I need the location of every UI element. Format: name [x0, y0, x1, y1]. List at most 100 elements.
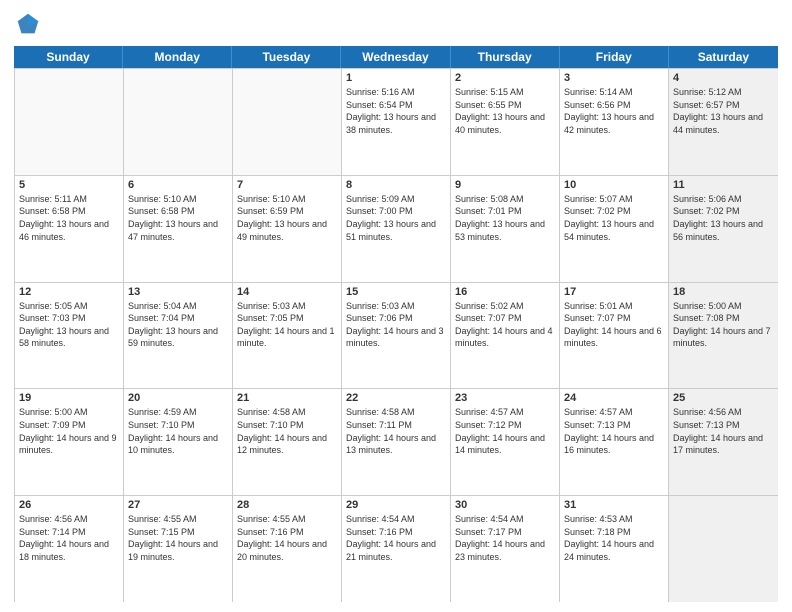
calendar-cell: 5 Sunrise: 5:11 AM Sunset: 6:58 PM Daylig…: [15, 176, 124, 282]
calendar-cell: 13Sunrise: 5:04 AM Sunset: 7:04 PM Dayli…: [124, 283, 233, 389]
cell-info: Sunrise: 4:59 AM Sunset: 7:10 PM Dayligh…: [128, 406, 228, 456]
cell-info: Sunrise: 5:01 AM Sunset: 7:07 PM Dayligh…: [564, 300, 664, 350]
day-number: 23: [455, 392, 555, 404]
day-number: 12: [19, 286, 119, 298]
calendar-cell: 3 Sunrise: 5:14 AM Sunset: 6:56 PM Daylig…: [560, 69, 669, 175]
calendar-cell: [669, 496, 778, 602]
calendar-cell: 24 Sunrise: 4:57 AM Sunset: 7:13 PM Dayli…: [560, 389, 669, 495]
day-number: 27: [128, 499, 228, 511]
cell-info: Sunrise: 4:57 AM Sunset: 7:12 PM Dayligh…: [455, 406, 555, 456]
calendar-cell: 28 Sunrise: 4:55 AM Sunset: 7:16 PM Dayli…: [233, 496, 342, 602]
cell-info: Sunrise: 5:16 AM Sunset: 6:54 PM Dayligh…: [346, 86, 446, 136]
day-number: 30: [455, 499, 555, 511]
calendar-header-cell: Friday: [560, 46, 669, 68]
day-number: 11: [673, 179, 774, 191]
cell-info: Sunrise: 4:58 AM Sunset: 7:10 PM Dayligh…: [237, 406, 337, 456]
cell-info: Sunrise: 5:10 AM Sunset: 6:59 PM Dayligh…: [237, 193, 337, 243]
cell-info: Sunrise: 4:54 AM Sunset: 7:17 PM Dayligh…: [455, 513, 555, 563]
calendar-cell: [233, 69, 342, 175]
day-number: 25: [673, 392, 774, 404]
day-number: 7: [237, 179, 337, 191]
calendar-cell: 17 Sunrise: 5:01 AM Sunset: 7:07 PM Dayli…: [560, 283, 669, 389]
day-number: 28: [237, 499, 337, 511]
calendar-cell: 16Sunrise: 5:02 AM Sunset: 7:07 PM Dayli…: [451, 283, 560, 389]
cell-info: Sunrise: 5:15 AM Sunset: 6:55 PM Dayligh…: [455, 86, 555, 136]
calendar-cell: 26 Sunrise: 4:56 AM Sunset: 7:14 PM Dayli…: [15, 496, 124, 602]
day-number: 3: [564, 72, 664, 84]
cell-info: Sunrise: 4:55 AM Sunset: 7:15 PM Dayligh…: [128, 513, 228, 563]
calendar-week: 1 Sunrise: 5:16 AM Sunset: 6:54 PM Daylig…: [15, 69, 778, 176]
cell-info: Sunrise: 5:00 AM Sunset: 7:08 PM Dayligh…: [673, 300, 774, 350]
logo: [14, 10, 46, 38]
day-number: 21: [237, 392, 337, 404]
day-number: 29: [346, 499, 446, 511]
page: SundayMondayTuesdayWednesdayThursdayFrid…: [0, 0, 792, 612]
calendar-cell: 21 Sunrise: 4:58 AM Sunset: 7:10 PM Dayli…: [233, 389, 342, 495]
calendar-cell: 19 Sunrise: 5:00 AM Sunset: 7:09 PM Dayli…: [15, 389, 124, 495]
cell-info: Sunrise: 5:09 AM Sunset: 7:00 PM Dayligh…: [346, 193, 446, 243]
day-number: 13: [128, 286, 228, 298]
cell-info: Sunrise: 4:57 AM Sunset: 7:13 PM Dayligh…: [564, 406, 664, 456]
cell-info: Sunrise: 5:05 AM Sunset: 7:03 PM Dayligh…: [19, 300, 119, 350]
calendar-cell: 23 Sunrise: 4:57 AM Sunset: 7:12 PM Dayli…: [451, 389, 560, 495]
cell-info: Sunrise: 4:54 AM Sunset: 7:16 PM Dayligh…: [346, 513, 446, 563]
cell-info: Sunrise: 5:14 AM Sunset: 6:56 PM Dayligh…: [564, 86, 664, 136]
day-number: 26: [19, 499, 119, 511]
cell-info: Sunrise: 4:56 AM Sunset: 7:14 PM Dayligh…: [19, 513, 119, 563]
calendar-header-cell: Saturday: [669, 46, 778, 68]
day-number: 9: [455, 179, 555, 191]
day-number: 8: [346, 179, 446, 191]
cell-info: Sunrise: 5:12 AM Sunset: 6:57 PM Dayligh…: [673, 86, 774, 136]
cell-info: Sunrise: 5:08 AM Sunset: 7:01 PM Dayligh…: [455, 193, 555, 243]
calendar-cell: 10 Sunrise: 5:07 AM Sunset: 7:02 PM Dayli…: [560, 176, 669, 282]
calendar-cell: 9 Sunrise: 5:08 AM Sunset: 7:01 PM Daylig…: [451, 176, 560, 282]
calendar-cell: 30 Sunrise: 4:54 AM Sunset: 7:17 PM Dayli…: [451, 496, 560, 602]
calendar-cell: 6 Sunrise: 5:10 AM Sunset: 6:58 PM Daylig…: [124, 176, 233, 282]
cell-info: Sunrise: 5:11 AM Sunset: 6:58 PM Dayligh…: [19, 193, 119, 243]
cell-info: Sunrise: 5:06 AM Sunset: 7:02 PM Dayligh…: [673, 193, 774, 243]
calendar-cell: 8 Sunrise: 5:09 AM Sunset: 7:00 PM Daylig…: [342, 176, 451, 282]
calendar-cell: 15Sunrise: 5:03 AM Sunset: 7:06 PM Dayli…: [342, 283, 451, 389]
day-number: 4: [673, 72, 774, 84]
calendar-week: 12 Sunrise: 5:05 AM Sunset: 7:03 PM Dayli…: [15, 283, 778, 390]
calendar-week: 5 Sunrise: 5:11 AM Sunset: 6:58 PM Daylig…: [15, 176, 778, 283]
day-number: 6: [128, 179, 228, 191]
calendar-cell: 11 Sunrise: 5:06 AM Sunset: 7:02 PM Dayli…: [669, 176, 778, 282]
calendar-cell: 20 Sunrise: 4:59 AM Sunset: 7:10 PM Dayli…: [124, 389, 233, 495]
calendar-cell: 14 Sunrise: 5:03 AM Sunset: 7:05 PM Dayli…: [233, 283, 342, 389]
calendar-header-cell: Monday: [123, 46, 232, 68]
calendar-header-row: SundayMondayTuesdayWednesdayThursdayFrid…: [14, 46, 778, 68]
cell-info: Sunrise: 4:55 AM Sunset: 7:16 PM Dayligh…: [237, 513, 337, 563]
cell-info: Sunrise: 5:07 AM Sunset: 7:02 PM Dayligh…: [564, 193, 664, 243]
cell-info: Sunrise: 5:10 AM Sunset: 6:58 PM Dayligh…: [128, 193, 228, 243]
day-number: 20: [128, 392, 228, 404]
calendar-cell: 18 Sunrise: 5:00 AM Sunset: 7:08 PM Dayli…: [669, 283, 778, 389]
calendar-cell: 31Sunrise: 4:53 AM Sunset: 7:18 PM Dayli…: [560, 496, 669, 602]
day-number: 14: [237, 286, 337, 298]
cell-info: Sunrise: 5:00 AM Sunset: 7:09 PM Dayligh…: [19, 406, 119, 456]
calendar-week: 19 Sunrise: 5:00 AM Sunset: 7:09 PM Dayli…: [15, 389, 778, 496]
day-number: 19: [19, 392, 119, 404]
day-number: 17: [564, 286, 664, 298]
calendar-cell: 12 Sunrise: 5:05 AM Sunset: 7:03 PM Dayli…: [15, 283, 124, 389]
calendar-cell: 29 Sunrise: 4:54 AM Sunset: 7:16 PM Dayli…: [342, 496, 451, 602]
day-number: 5: [19, 179, 119, 191]
calendar-cell: 2Sunrise: 5:15 AM Sunset: 6:55 PM Daylig…: [451, 69, 560, 175]
day-number: 18: [673, 286, 774, 298]
day-number: 1: [346, 72, 446, 84]
calendar-grid: 1 Sunrise: 5:16 AM Sunset: 6:54 PM Daylig…: [14, 68, 778, 602]
day-number: 16: [455, 286, 555, 298]
cell-info: Sunrise: 4:53 AM Sunset: 7:18 PM Dayligh…: [564, 513, 664, 563]
day-number: 22: [346, 392, 446, 404]
day-number: 10: [564, 179, 664, 191]
calendar-week: 26 Sunrise: 4:56 AM Sunset: 7:14 PM Dayli…: [15, 496, 778, 602]
logo-icon: [14, 10, 42, 38]
header: [14, 10, 778, 38]
calendar-header-cell: Tuesday: [232, 46, 341, 68]
calendar-header-cell: Sunday: [14, 46, 123, 68]
calendar-cell: [15, 69, 124, 175]
day-number: 15: [346, 286, 446, 298]
cell-info: Sunrise: 4:58 AM Sunset: 7:11 PM Dayligh…: [346, 406, 446, 456]
day-number: 24: [564, 392, 664, 404]
cell-info: Sunrise: 5:03 AM Sunset: 7:05 PM Dayligh…: [237, 300, 337, 350]
